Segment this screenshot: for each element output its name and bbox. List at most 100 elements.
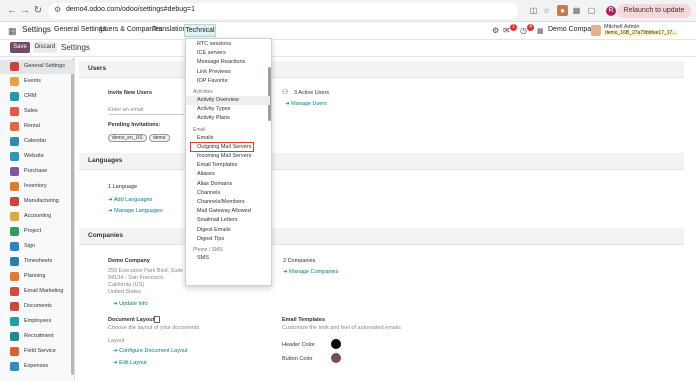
edit-layout-label: Edit Layout <box>119 360 147 366</box>
sidebar-item[interactable]: CRM <box>0 90 75 104</box>
button-color-label: Button Color <box>282 356 313 362</box>
site-info-icon[interactable]: ⚙ <box>54 5 61 14</box>
sidebar-item[interactable]: Website <box>0 150 75 164</box>
sidebar-item[interactable]: Documents <box>0 300 75 314</box>
app-title[interactable]: Settings <box>22 25 51 34</box>
extension-icon[interactable]: ● <box>557 5 568 16</box>
button-color-swatch[interactable] <box>331 353 341 363</box>
apps-menu-icon[interactable]: ▦ <box>8 26 18 36</box>
invite-email-underline <box>108 114 184 115</box>
dropdown-item[interactable]: Email Templates <box>197 162 237 168</box>
sidebar-item[interactable]: Sign <box>0 240 75 254</box>
app-window: ← → ↻ ⚙ demo4.odoo.com/odoo/settings#deb… <box>0 0 696 381</box>
sidebar-item[interactable]: Inventory <box>0 180 75 194</box>
app-icon <box>10 317 19 326</box>
sidebar-item[interactable]: Events <box>0 75 75 89</box>
layout-label: Layout <box>108 338 125 344</box>
sidebar-item[interactable]: Project <box>0 225 75 239</box>
sidebar-item[interactable]: Field Service <box>0 345 75 359</box>
dropdown-item[interactable]: SMS <box>197 255 209 261</box>
discard-button[interactable]: Discard <box>33 42 57 53</box>
add-languages-link[interactable]: ➜ Add Languages <box>108 197 152 203</box>
dropdown-item[interactable]: Incoming Mail Servers <box>197 153 251 159</box>
dropdown-item[interactable]: Outgoing Mail Servers <box>197 144 251 150</box>
manage-languages-link[interactable]: ➜ Manage Languages <box>108 208 163 214</box>
company-name: Demo Company <box>108 258 150 264</box>
documentation-icon[interactable] <box>154 316 160 323</box>
dropdown-item[interactable]: Alias Domains <box>197 181 232 187</box>
reload-icon[interactable]: ↻ <box>32 5 44 17</box>
dropdown-item[interactable]: Message Reactions <box>197 59 245 65</box>
pending-invite-chip[interactable]: demo <box>149 134 170 142</box>
extensions-puzzle-icon[interactable]: ▦ <box>571 5 582 16</box>
update-info-link[interactable]: ➜ Update Info <box>113 301 148 307</box>
dropdown-item[interactable]: Channels/Members <box>197 199 245 205</box>
configure-layout-link[interactable]: ➜ Configure Document Layout <box>113 348 188 354</box>
sidebar-item-label: Project <box>24 228 42 234</box>
dropdown-item[interactable]: Activity Overview <box>197 97 239 103</box>
app-icon <box>10 107 19 116</box>
invite-email-input[interactable]: Enter an email <box>108 107 143 113</box>
dropdown-item[interactable]: Mail Gateway Allowed <box>197 208 251 214</box>
dropdown-item[interactable]: Channels <box>197 190 220 196</box>
sidebar-item[interactable]: Employees <box>0 315 75 329</box>
pending-invite-chip[interactable]: demo_en_US <box>108 134 147 142</box>
menu-technical[interactable]: Technical <box>184 24 216 37</box>
dropdown-item[interactable]: Digest Emails <box>197 227 231 233</box>
manage-users-link[interactable]: ➜ Manage Users <box>285 101 327 107</box>
manage-companies-link[interactable]: ➜ Manage Companies <box>283 269 338 275</box>
edit-layout-link[interactable]: ➜ Edit Layout <box>113 360 147 366</box>
sidebar-item-label: Sales <box>24 108 38 114</box>
sidebar-item[interactable]: Accounting <box>0 210 75 224</box>
sidebar-item[interactable]: Purchase <box>0 165 75 179</box>
install-icon[interactable]: ◫ <box>528 5 539 16</box>
dropdown-item[interactable]: RTC sessions <box>197 41 231 47</box>
dropdown-scrollbar[interactable] <box>268 67 271 121</box>
sidebar-item-label: Recruitment <box>24 333 54 339</box>
dropdown-item[interactable]: Emails <box>197 135 214 141</box>
app-icon <box>10 257 19 266</box>
sidebar-item[interactable]: Rental <box>0 120 75 134</box>
dropdown-item[interactable]: Activity Types <box>197 106 231 112</box>
dropdown-item[interactable]: Activity Plans <box>197 115 230 121</box>
dropdown-item[interactable]: Digest Tips <box>197 236 224 242</box>
address-bar[interactable]: ⚙ demo4.odoo.com/odoo/settings#debug=1 <box>48 3 518 19</box>
email-templates-description: Customize the look and feel of automated… <box>282 325 401 331</box>
document-layout-description: Choose the layout of your documents <box>108 325 200 331</box>
activity-clock-icon[interactable]: ◷ <box>520 26 527 35</box>
sidebar-item-label: Timesheets <box>24 258 53 264</box>
company-address-line: California (US) <box>108 282 145 288</box>
sidebar-item[interactable]: Manufacturing <box>0 195 75 209</box>
tab-group-icon[interactable]: ▢ <box>586 5 597 16</box>
dropdown-item[interactable]: IOP Favorite <box>197 78 228 84</box>
forward-icon[interactable]: → <box>19 5 31 17</box>
back-icon[interactable]: ← <box>6 5 18 17</box>
relaunch-button[interactable]: Relaunch to update <box>617 4 691 18</box>
bug-icon[interactable]: ⚙ <box>492 26 499 35</box>
companies-section-title: Companies <box>88 232 124 239</box>
sidebar-item[interactable]: Timesheets <box>0 255 75 269</box>
dropdown-item[interactable]: Link Previews <box>197 69 231 75</box>
chat-icon[interactable]: ✉ <box>503 26 510 35</box>
header-color-swatch[interactable] <box>331 339 341 349</box>
dropdown-item[interactable]: Snailmail Letters <box>197 217 238 223</box>
save-button[interactable]: Save <box>10 42 30 53</box>
bookmark-star-icon[interactable]: ☆ <box>541 5 552 16</box>
sidebar-item[interactable]: Recruitment <box>0 330 75 344</box>
sidebar-item[interactable]: Email Marketing <box>0 285 75 299</box>
sidebar-item-label: CRM <box>24 93 37 99</box>
sidebar-item[interactable]: Expenses <box>0 360 75 374</box>
database-name: demo_16B_27a79bbfee17_17... <box>604 30 678 36</box>
menu-general-settings[interactable]: General Settings <box>54 26 106 33</box>
sidebar-item[interactable]: General Settings <box>0 60 75 74</box>
company-address-line: 94134 - San Francisco <box>108 275 164 281</box>
sidebar-item[interactable]: Calendar <box>0 135 75 149</box>
dropdown-item[interactable]: ICE servers <box>197 50 226 56</box>
sidebar-item[interactable]: Sales <box>0 105 75 119</box>
user-avatar[interactable] <box>591 25 601 36</box>
sidebar-item[interactable]: Planning <box>0 270 75 284</box>
sidebar-item-label: Expenses <box>24 363 49 369</box>
profile-avatar[interactable]: R <box>606 6 616 16</box>
company-address-line: United States <box>108 289 142 295</box>
dropdown-item[interactable]: Aliases <box>197 171 215 177</box>
